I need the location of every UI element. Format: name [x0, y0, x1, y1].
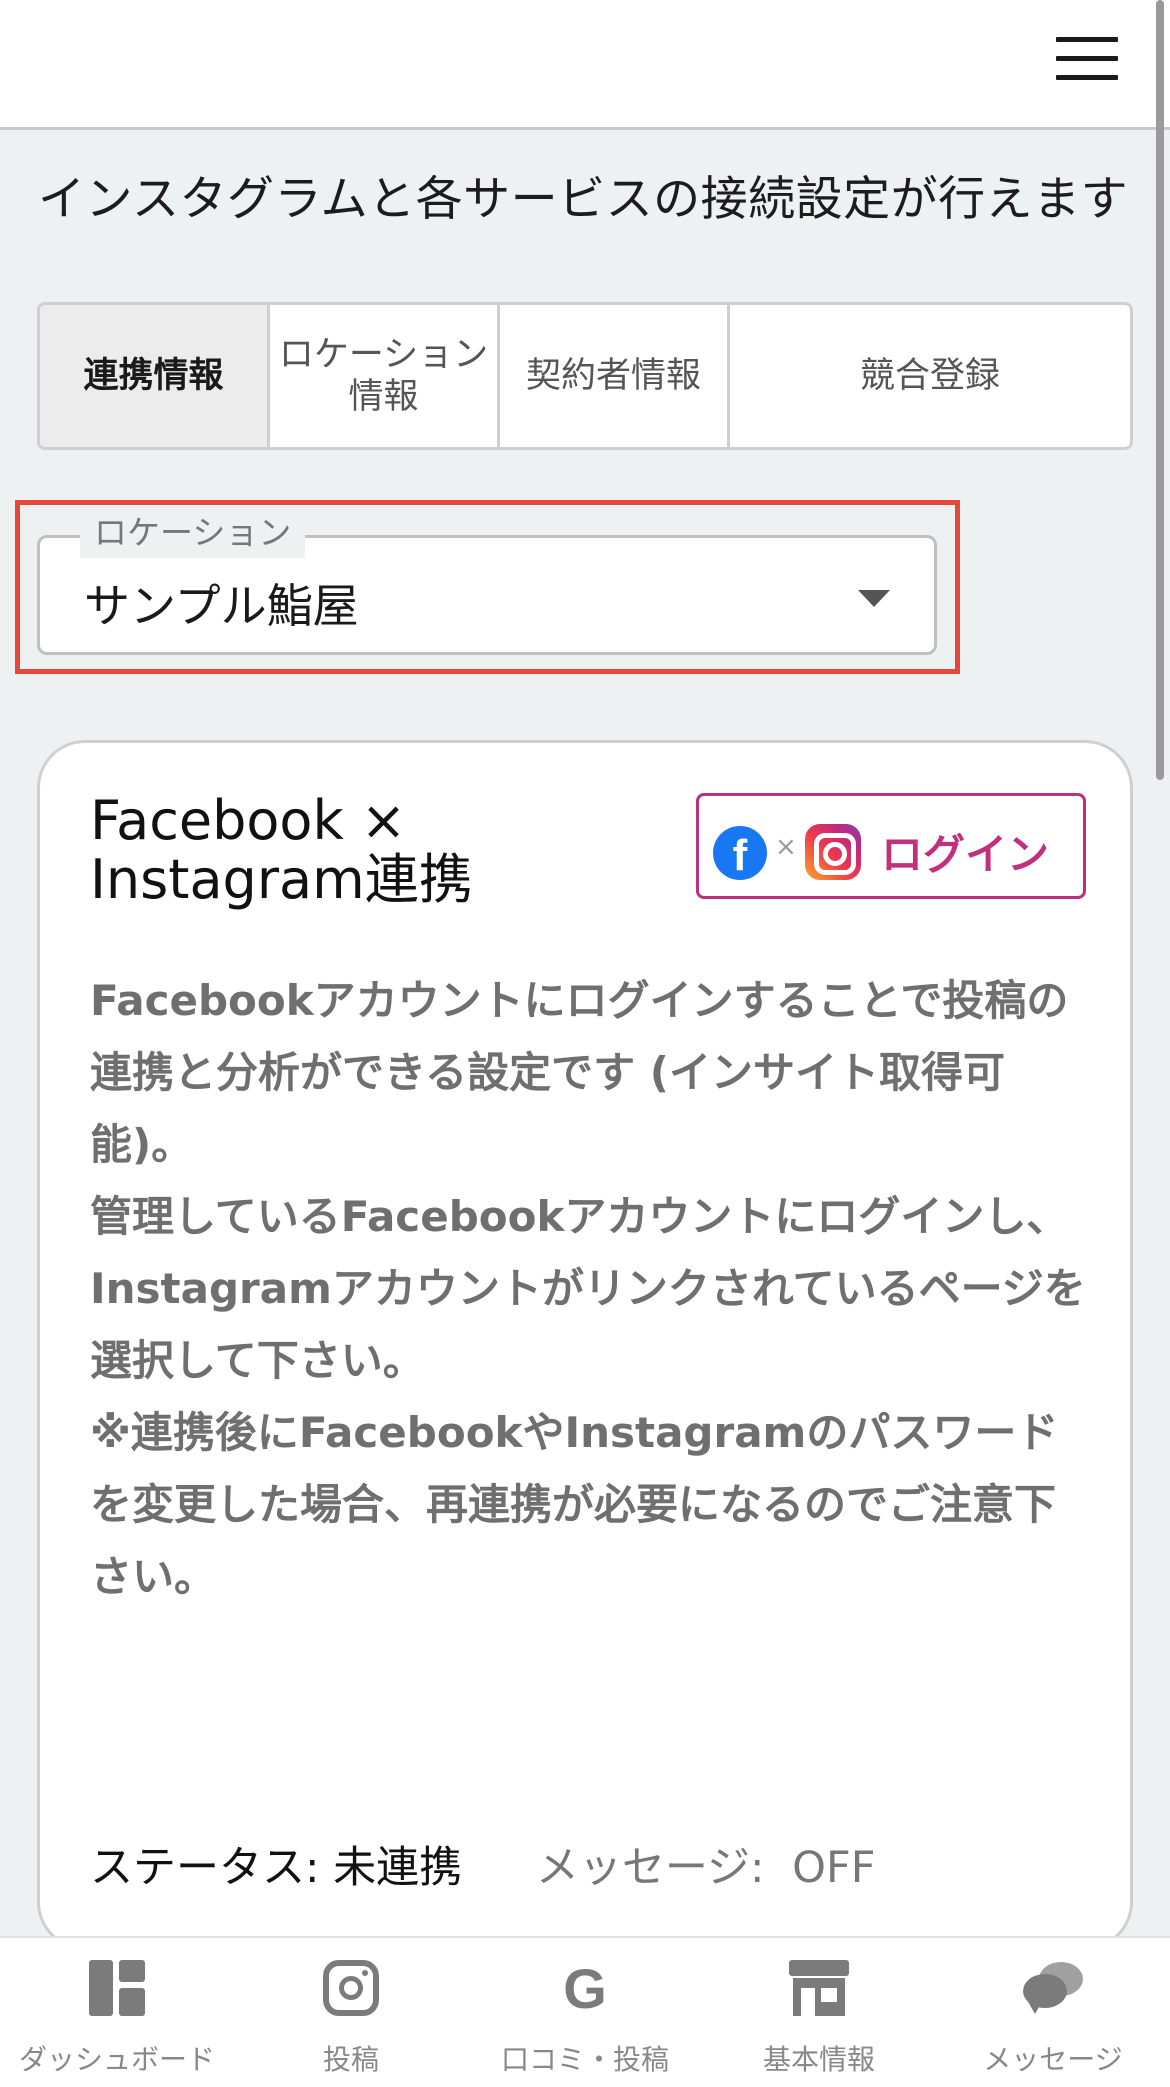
message-label: メッセージ:: [535, 1843, 765, 1893]
card-description: Facebookアカウントにログインすることで投稿の連携と分析ができる設定です …: [90, 965, 1090, 1613]
status-value: 未連携: [333, 1843, 463, 1893]
message-value: OFF: [792, 1843, 876, 1893]
tab-label: 競合登録: [859, 356, 1000, 396]
location-select-legend: ロケーション: [80, 508, 306, 558]
settings-tabs: 連携情報 ロケーション 情報 契約者情報 競合登録: [37, 302, 1133, 450]
card-title: Facebook × Instagram連携: [90, 789, 473, 911]
location-select[interactable]: ロケーション サンプル鮨屋: [37, 508, 937, 655]
nav-item-dashboard[interactable]: ダッシュボード: [0, 1938, 234, 2087]
login-button[interactable]: f × ログイン: [696, 793, 1086, 899]
facebook-icon: f: [713, 826, 767, 880]
top-bar: [0, 0, 1170, 130]
facebook-instagram-card: Facebook × Instagram連携 f × ログイン Facebook…: [37, 740, 1133, 1950]
tab-contractor-info[interactable]: 契約者情報: [500, 305, 730, 447]
nav-item-messages[interactable]: メッセージ: [936, 1938, 1170, 2087]
description-paragraph: Facebookアカウントにログインすることで投稿の連携と分析ができる設定です …: [90, 976, 1069, 1169]
bottom-navigation: ダッシュボード 投稿 G 口コミ・投稿 基本情報 メッセージ: [0, 1936, 1170, 2087]
description-paragraph: ※連携後にFacebookやInstagramのパスワードを変更した場合、再連携…: [90, 1408, 1059, 1601]
hamburger-menu-icon[interactable]: [1056, 37, 1118, 81]
caret-down-icon: [858, 590, 890, 607]
location-select-value: サンプル鮨屋: [84, 579, 359, 633]
dashboard-icon: [89, 1960, 145, 2016]
instagram-icon: [805, 824, 861, 880]
scrollbar[interactable]: [1156, 0, 1164, 780]
description-paragraph: 管理しているFacebookアカウントにログインし、Instagramアカウント…: [90, 1192, 1086, 1385]
tab-label: 契約者情報: [525, 356, 701, 396]
times-icon: ×: [775, 832, 797, 862]
nav-label: 基本情報: [762, 2043, 875, 2076]
nav-label: ダッシュボード: [18, 2043, 215, 2076]
chat-icon: [1023, 1960, 1083, 2016]
nav-label: メッセージ: [983, 2043, 1123, 2076]
instagram-icon: [323, 1960, 379, 2016]
nav-label: 口コミ・投稿: [500, 2043, 669, 2076]
nav-item-reviews[interactable]: G 口コミ・投稿: [468, 1938, 702, 2087]
nav-item-posts[interactable]: 投稿: [234, 1938, 468, 2087]
google-icon: G: [563, 1957, 607, 2020]
tab-label: ロケーション 情報: [278, 335, 489, 417]
nav-label: 投稿: [322, 2043, 379, 2076]
login-button-label: ログイン: [881, 830, 1050, 879]
tab-label: 連携情報: [83, 356, 224, 396]
store-icon: [789, 1960, 849, 2016]
tab-competitor-registration[interactable]: 競合登録: [730, 305, 1130, 447]
tab-integration-info[interactable]: 連携情報: [40, 305, 270, 447]
status-label: ステータス:: [90, 1843, 320, 1893]
page-intro-text: インスタグラムと各サービスの接続設定が行えます: [38, 172, 1129, 227]
nav-item-basic-info[interactable]: 基本情報: [702, 1938, 936, 2087]
status-row: ステータス: 未連携 メッセージ: OFF: [90, 1833, 1090, 1895]
tab-location-info[interactable]: ロケーション 情報: [270, 305, 500, 447]
